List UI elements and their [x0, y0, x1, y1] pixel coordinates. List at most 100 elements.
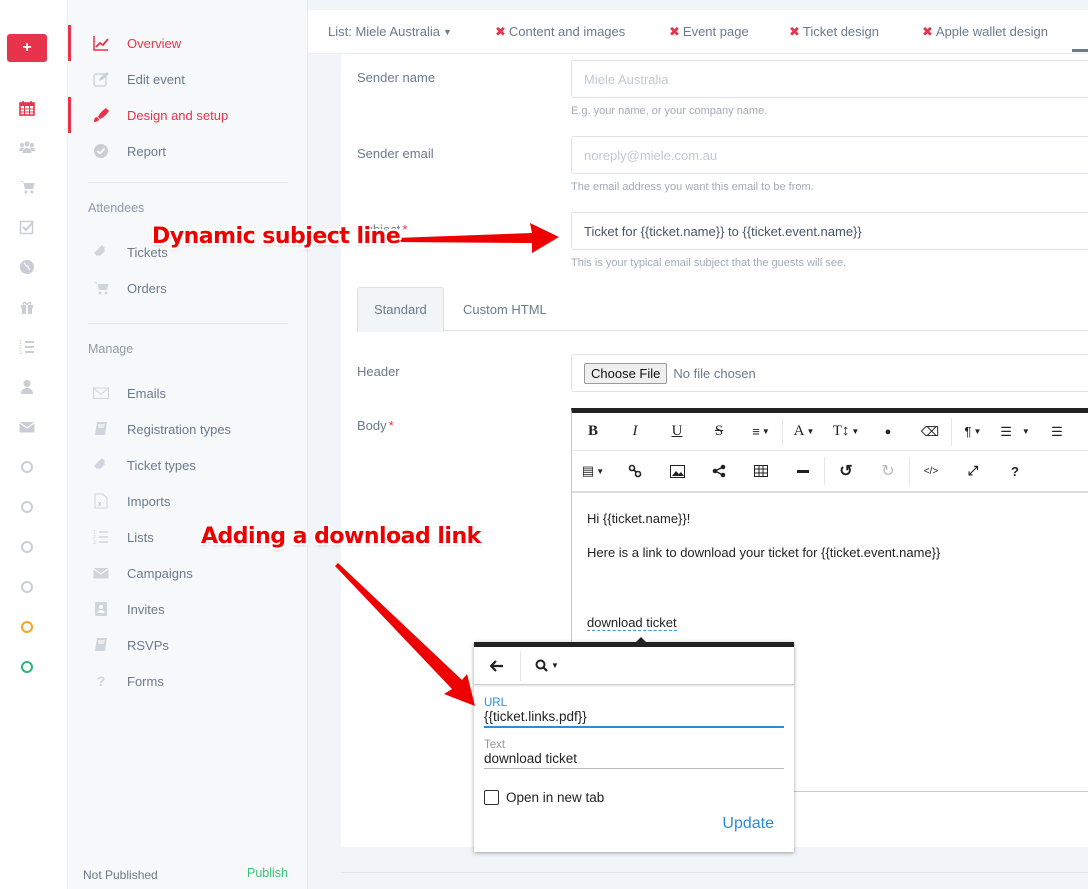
section-heading-attendees: Attendees [88, 201, 145, 215]
bold-button[interactable]: B [572, 413, 614, 451]
add-button[interactable]: + [7, 34, 47, 62]
text-field[interactable]: Text download ticket [484, 739, 784, 769]
users-icon[interactable] [17, 137, 37, 157]
underline-button[interactable]: U [656, 413, 698, 451]
url-field[interactable]: URL {{ticket.links.pdf}} [484, 697, 784, 728]
url-label: URL [484, 697, 508, 709]
code-icon: </> [923, 465, 939, 477]
unordered-list-button[interactable]: ☰ [1036, 413, 1078, 451]
nav-item-ticket-types[interactable]: Ticket types [68, 447, 308, 483]
tab-custom-html[interactable]: Custom HTML [447, 287, 563, 331]
envelope-icon[interactable] [17, 417, 37, 437]
nav-item-report[interactable]: Report [68, 133, 308, 169]
redo-button[interactable]: ↻ [867, 452, 909, 490]
nav-item-registration-types[interactable]: Registration types [68, 411, 308, 447]
nav-item-invites[interactable]: Invites [68, 591, 308, 627]
table-button[interactable] [740, 452, 782, 490]
popover-arrow [636, 637, 646, 642]
checkbox[interactable] [484, 790, 499, 805]
font-size-button[interactable]: T↕ ▼ [825, 413, 867, 451]
expand-icon: ⤢ [967, 463, 979, 478]
ordered-list-icon[interactable]: 123 [17, 337, 37, 357]
font-color-button[interactable]: A ▼ [783, 413, 825, 451]
nav-item-overview[interactable]: Overview [68, 25, 308, 61]
ticket-icon [92, 243, 110, 261]
gift-icon[interactable] [17, 297, 37, 317]
search-icon [535, 659, 548, 672]
status-circle-2[interactable] [17, 497, 37, 517]
nav-item-rsvps[interactable]: RSVPs [68, 627, 308, 663]
eraser-button[interactable]: ⌫ [909, 413, 951, 451]
publish-link[interactable]: Publish [247, 866, 288, 880]
subject-help: This is your typical email subject that … [571, 257, 847, 269]
text-label: Text [484, 739, 506, 751]
envelope-icon [92, 564, 110, 582]
ticket-icon [92, 456, 110, 474]
nav-item-forms[interactable]: ? Forms [68, 663, 308, 699]
image-button[interactable] [656, 452, 698, 490]
cart-icon[interactable] [17, 177, 37, 197]
user-icon[interactable] [17, 377, 37, 397]
status-circle-1[interactable] [17, 457, 37, 477]
download-ticket-link[interactable]: download ticket [587, 615, 677, 631]
editor-toolbar-row-1: B I U S ≡ ▼ A ▼ T↕ ▼ ● ⌫ ¶ ▼ ☰ ▼ ☰ [572, 413, 1088, 451]
share-button[interactable] [698, 452, 740, 490]
calendar-icon[interactable] [17, 98, 37, 118]
text-height-icon: T↕ [832, 423, 850, 439]
undo-button[interactable]: ↺ [825, 452, 867, 490]
nav-item-campaigns[interactable]: Campaigns [68, 555, 308, 591]
status-circle-3[interactable] [17, 537, 37, 557]
status-circle-5[interactable] [17, 617, 37, 637]
ordered-list-icon: 123 [92, 528, 110, 546]
checkbox-icon[interactable] [17, 217, 37, 237]
update-button[interactable]: Update [722, 815, 774, 833]
tab-apple-wallet-design[interactable]: ✖ Apple wallet design [922, 24, 1048, 40]
envelope-outline-icon [92, 384, 110, 402]
minus-icon [797, 469, 809, 473]
body-line: Here is a link to download your ticket f… [587, 545, 941, 560]
tab-standard[interactable]: Standard [357, 287, 444, 332]
color-drop-button[interactable]: ● [867, 413, 909, 451]
nav-item-edit-event[interactable]: Edit event [68, 61, 308, 97]
tab-event-page[interactable]: ✖ Event page [669, 24, 749, 40]
strikethrough-button[interactable]: S [698, 413, 740, 451]
question-icon: ? [1011, 463, 1019, 479]
code-view-button[interactable]: </> [910, 452, 952, 490]
tab-ticket-design[interactable]: ✖ Ticket design [789, 24, 879, 40]
svg-text:x: x [98, 501, 102, 508]
address-book-icon [92, 600, 110, 618]
cart-icon [92, 279, 110, 297]
subject-input[interactable]: Ticket for {{ticket.name}} to {{ticket.e… [571, 212, 1088, 250]
fullscreen-button[interactable]: ⤢ [952, 452, 994, 490]
url-input[interactable]: {{ticket.links.pdf}} [484, 709, 784, 728]
choose-file-button[interactable]: Choose File [584, 362, 668, 384]
text-input[interactable]: download ticket [484, 751, 784, 769]
template-button[interactable]: ▤ ▼ [572, 452, 614, 490]
status-circle-4[interactable] [17, 577, 37, 597]
nav-item-emails[interactable]: Emails [68, 375, 308, 411]
tab-content-and-images[interactable]: ✖ Content and images [495, 24, 625, 40]
incomplete-x-icon: ✖ [789, 24, 800, 39]
sender-name-input[interactable]: Miele Australia [571, 60, 1088, 98]
search-dropdown-button[interactable]: ▼ [521, 647, 573, 685]
ordered-list-button[interactable]: ☰ ▼ [994, 413, 1036, 451]
italic-button[interactable]: I [614, 413, 656, 451]
link-button[interactable] [614, 452, 656, 490]
align-button[interactable]: ≡ ▼ [740, 413, 782, 451]
file-status: No file chosen [673, 365, 756, 381]
arrow-left-icon [490, 659, 503, 672]
help-button[interactable]: ? [994, 452, 1036, 490]
nav-item-orders[interactable]: Orders [68, 270, 308, 306]
list-selector-dropdown[interactable]: List: Miele Australia ▼ [328, 24, 452, 39]
globe-icon[interactable] [17, 257, 37, 277]
paragraph-button[interactable]: ¶ ▼ [952, 413, 994, 451]
status-circle-6[interactable] [17, 657, 37, 677]
open-in-new-tab-checkbox[interactable]: Open in new tab [484, 790, 604, 805]
plus-icon: + [22, 39, 32, 56]
nav-item-design-and-setup[interactable]: Design and setup [68, 97, 308, 133]
back-button[interactable] [474, 647, 520, 685]
nav-item-imports[interactable]: x Imports [68, 483, 308, 519]
sender-email-input[interactable]: noreply@miele.com.au [571, 136, 1088, 174]
horizontal-rule-button[interactable] [782, 452, 824, 490]
template-icon: ▤ [581, 463, 595, 478]
